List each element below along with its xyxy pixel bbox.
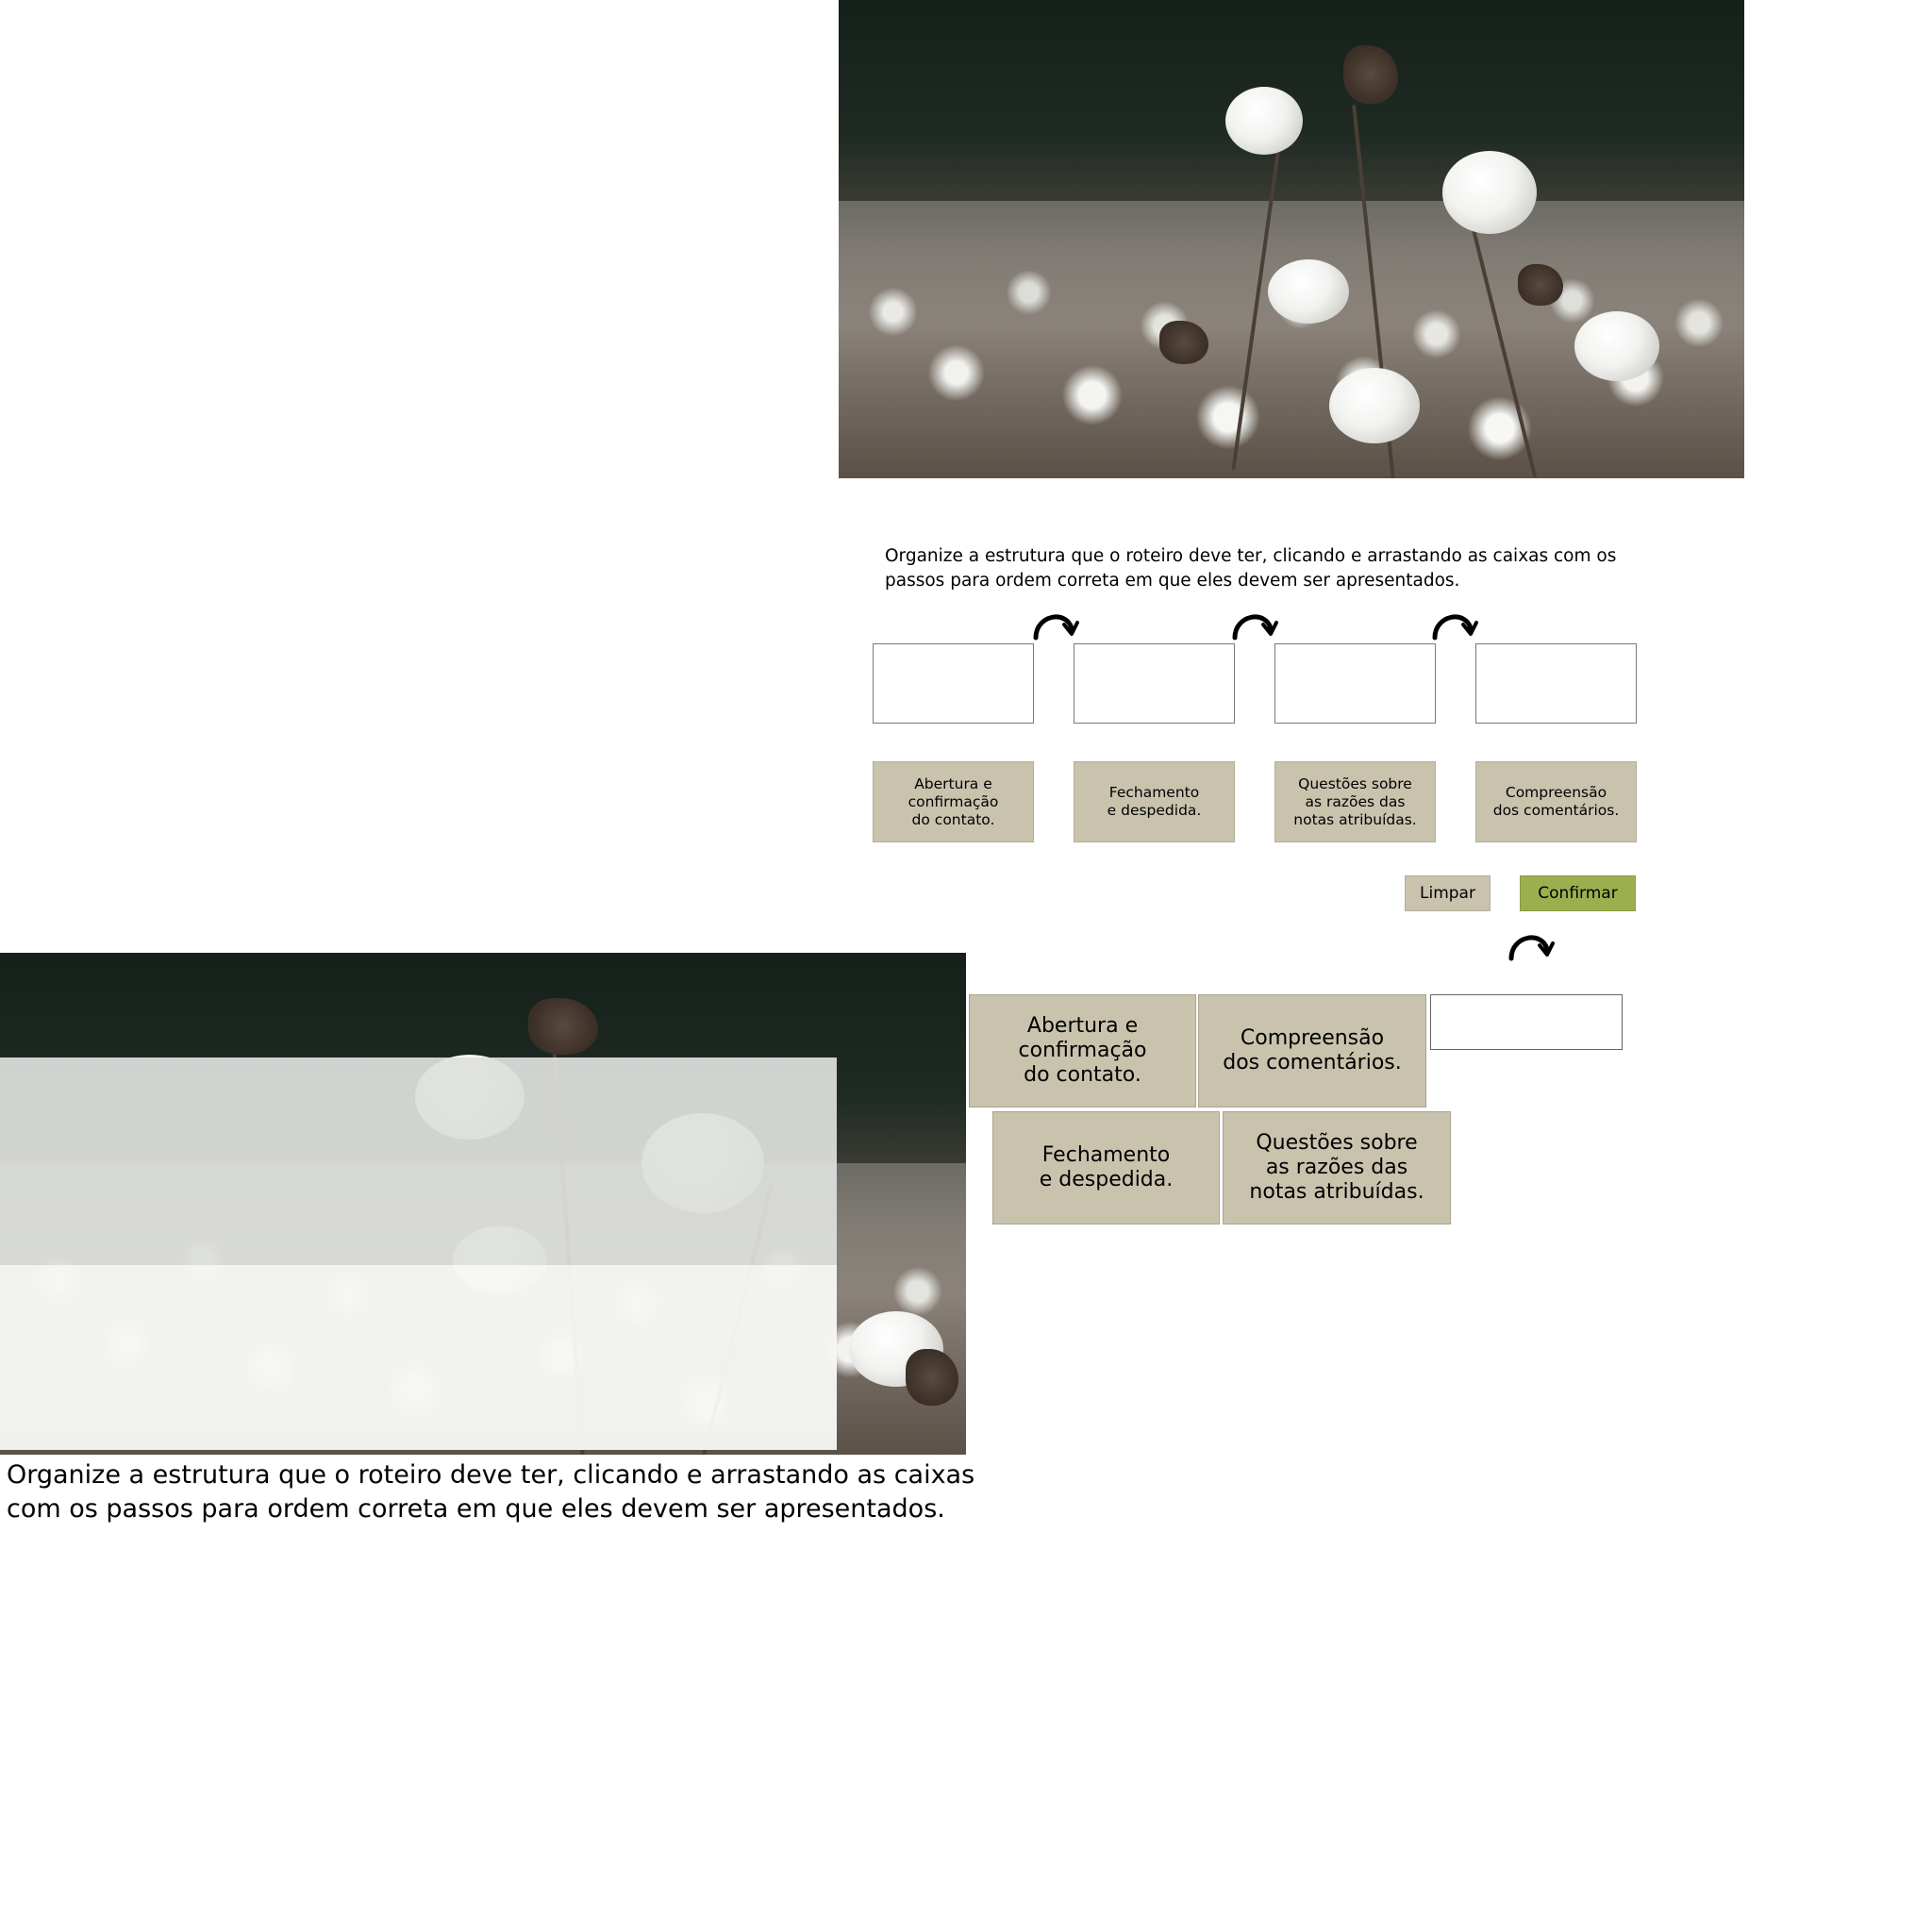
- drag-card-abertura[interactable]: Abertura e confirmação do contato.: [873, 761, 1034, 842]
- curved-arrow-icon: [1033, 614, 1079, 641]
- big-card-abertura[interactable]: Abertura e confirmação do contato.: [969, 994, 1196, 1108]
- big-card-questoes[interactable]: Questões sobre as razões das notas atrib…: [1223, 1111, 1451, 1224]
- card-label: Abertura e confirmação do contato.: [908, 774, 999, 828]
- card-label: Abertura e confirmação do contato.: [1018, 1014, 1147, 1087]
- card-label: Questões sobre as razões das notas atrib…: [1249, 1131, 1424, 1204]
- drop-slot-2[interactable]: [1074, 643, 1235, 724]
- big-card-compreensao[interactable]: Compreensão dos comentários.: [1198, 994, 1426, 1108]
- confirm-button[interactable]: Confirmar: [1520, 875, 1636, 911]
- drop-slot-4[interactable]: [1475, 643, 1637, 724]
- drop-slot-large[interactable]: [1430, 994, 1623, 1050]
- drag-card-fechamento[interactable]: Fechamento e despedida.: [1074, 761, 1235, 842]
- instructions-text: Organize a estrutura que o roteiro deve …: [885, 546, 1617, 591]
- curved-arrow-icon: [1232, 614, 1278, 641]
- card-label: Fechamento e despedida.: [1039, 1143, 1174, 1191]
- card-label: Fechamento e despedida.: [1107, 784, 1202, 819]
- text-panel-overlay: [0, 1058, 837, 1265]
- drop-slot-1[interactable]: [873, 643, 1034, 724]
- curved-arrow-icon: [1432, 614, 1478, 641]
- card-label: Compreensão dos comentários.: [1223, 1026, 1402, 1074]
- text-panel-overlay: [0, 1265, 837, 1450]
- cotton-field-photo: [839, 0, 1744, 478]
- drag-card-compreensao[interactable]: Compreensão dos comentários.: [1475, 761, 1637, 842]
- drop-slot-3[interactable]: [1274, 643, 1436, 724]
- clear-button[interactable]: Limpar: [1405, 875, 1491, 911]
- curved-arrow-icon: [1508, 935, 1555, 961]
- instructions-text-large: Organize a estrutura que o roteiro deve …: [7, 1460, 975, 1524]
- drag-card-questoes[interactable]: Questões sobre as razões das notas atrib…: [1274, 761, 1436, 842]
- card-label: Compreensão dos comentários.: [1492, 784, 1620, 819]
- card-label: Questões sobre as razões das notas atrib…: [1293, 774, 1417, 828]
- big-card-fechamento[interactable]: Fechamento e despedida.: [992, 1111, 1220, 1224]
